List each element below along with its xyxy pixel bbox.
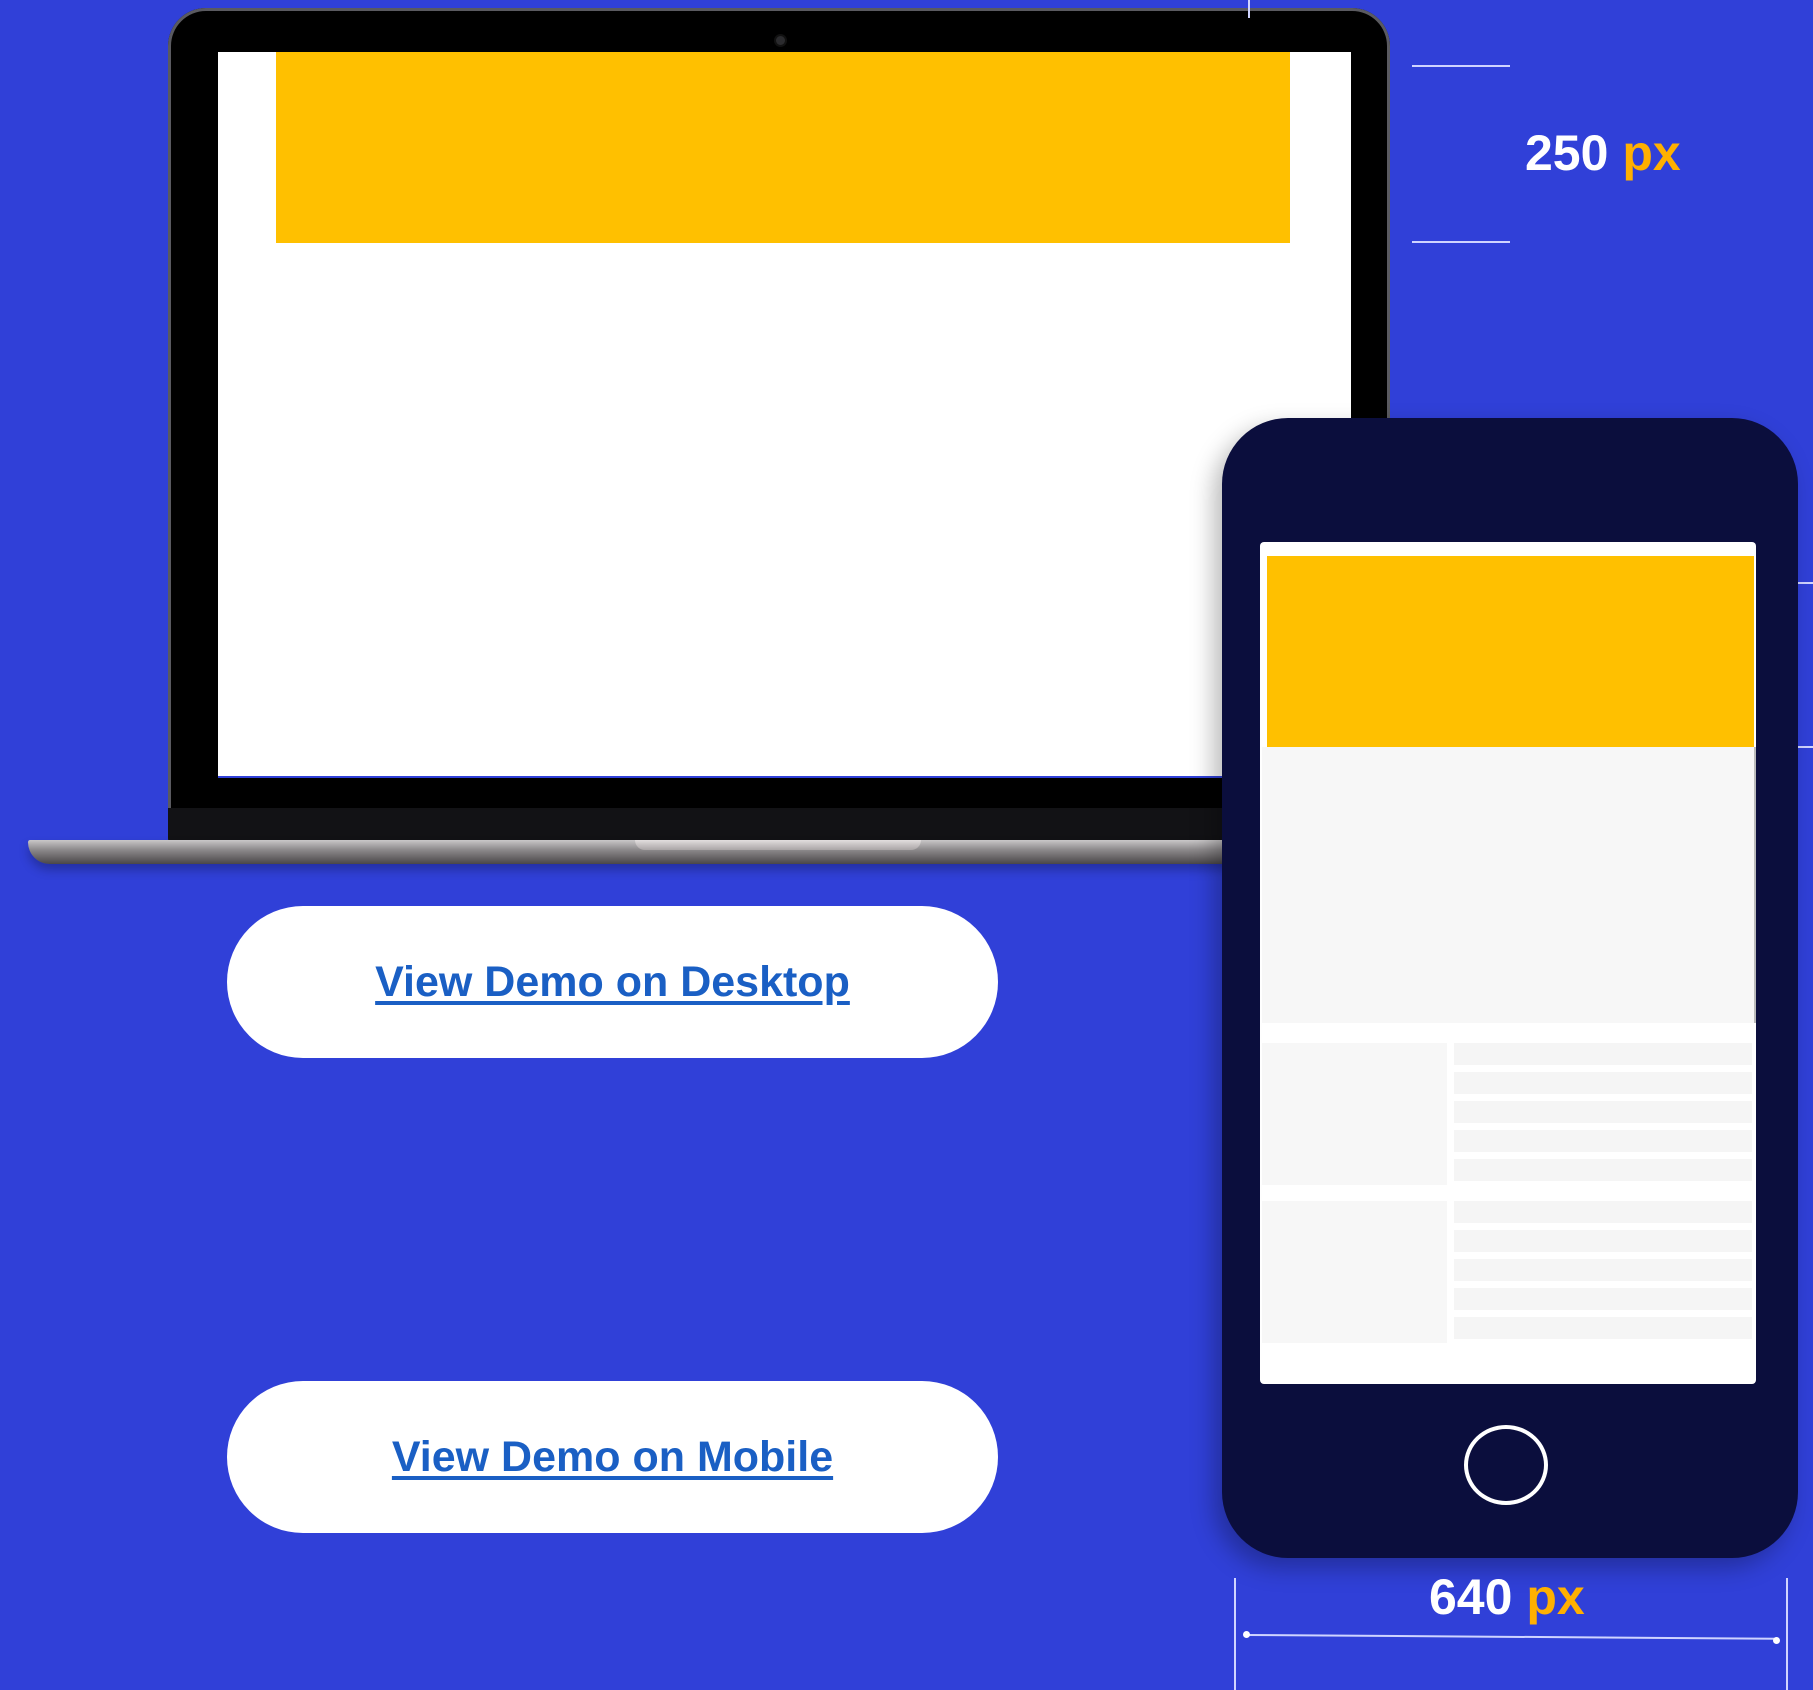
view-demo-desktop-link[interactable]: View Demo on Desktop: [375, 958, 850, 1007]
laptop-camera-icon: [776, 36, 785, 45]
mobile-hero-placeholder: [1262, 747, 1756, 1023]
width-dimension-line: [1246, 1634, 1777, 1640]
width-value: 640: [1429, 1569, 1513, 1625]
top-guide-line: [1248, 0, 1250, 18]
mobile-thumbnail-placeholder: [1262, 1043, 1447, 1185]
mobile-text-line: [1454, 1201, 1752, 1223]
height-dimension-tick-bottom: [1412, 241, 1510, 243]
mobile-text-line: [1454, 1230, 1752, 1252]
mobile-text-line: [1454, 1072, 1752, 1094]
laptop-chin: [168, 808, 1390, 844]
mobile-text-line: [1454, 1317, 1752, 1339]
mobile-text-line: [1454, 1101, 1752, 1123]
phone-screen: [1260, 542, 1756, 1384]
width-dimension-endpoint-left: [1243, 1631, 1250, 1638]
home-button-icon: [1464, 1425, 1548, 1505]
laptop-screen: [218, 52, 1351, 778]
mobile-content-row: [1262, 1043, 1754, 1185]
mobile-text-line: [1454, 1288, 1752, 1310]
width-dimension-tick-left: [1234, 1578, 1236, 1690]
mobile-text-line: [1454, 1130, 1752, 1152]
mobile-thumbnail-placeholder: [1262, 1201, 1447, 1343]
width-dimension-endpoint-right: [1773, 1637, 1780, 1644]
mobile-banner-placeholder: [1267, 556, 1754, 747]
view-demo-mobile-link[interactable]: View Demo on Mobile: [392, 1433, 833, 1482]
view-demo-mobile-button[interactable]: View Demo on Mobile: [227, 1381, 998, 1533]
promo-stage: 250 px View Demo on Desktop View Demo on…: [0, 0, 1813, 1690]
width-dimension-tick-right: [1786, 1578, 1788, 1690]
desktop-banner-placeholder: [276, 52, 1290, 243]
height-value: 250: [1525, 125, 1609, 181]
mobile-text-line: [1454, 1259, 1752, 1281]
height-unit: px: [1622, 125, 1681, 181]
phone-mockup: [1222, 418, 1798, 1558]
width-unit: px: [1526, 1569, 1585, 1625]
mobile-content-row: [1262, 1201, 1754, 1343]
width-dimension-label: 640 px: [1429, 1568, 1585, 1626]
height-dimension-tick-top: [1412, 65, 1510, 67]
height-dimension-label: 250 px: [1525, 124, 1681, 182]
view-demo-desktop-button[interactable]: View Demo on Desktop: [227, 906, 998, 1058]
mobile-text-line: [1454, 1159, 1752, 1181]
laptop-notch: [635, 840, 921, 850]
mobile-text-line: [1454, 1043, 1752, 1065]
